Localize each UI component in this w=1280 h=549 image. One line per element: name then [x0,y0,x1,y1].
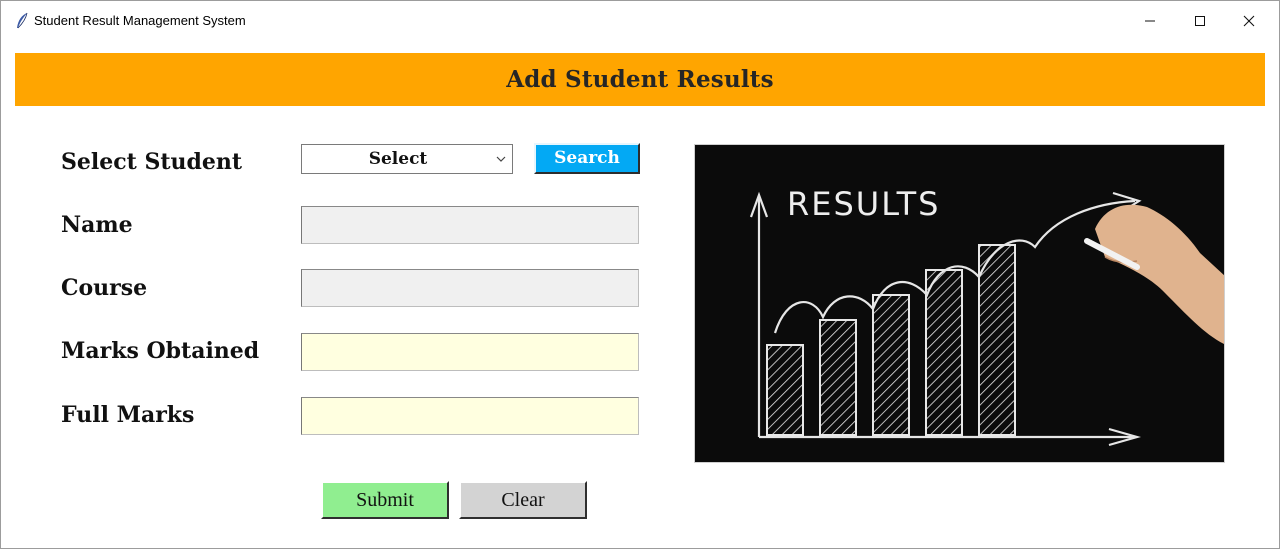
close-icon [1243,15,1255,27]
close-button[interactable] [1226,1,1272,41]
window-title: Student Result Management System [34,13,246,28]
hatched-bar [766,344,804,436]
name-label: Name [61,212,133,238]
marks-obtained-label: Marks Obtained [61,338,260,364]
hatched-bar [819,319,857,436]
maximize-icon [1195,16,1205,26]
feather-icon [15,12,29,30]
submit-button[interactable]: Submit [321,481,449,519]
name-field[interactable] [301,206,639,244]
full-marks-field[interactable] [301,397,639,435]
full-marks-label: Full Marks [61,402,195,428]
page-header: Add Student Results [15,53,1265,106]
results-headline: RESULTS [787,185,941,223]
app-window: Student Result Management System Add Stu… [0,0,1280,549]
chevron-down-icon [496,156,506,162]
page-title: Add Student Results [506,66,774,93]
results-chalkboard-image: RESULTS [694,144,1225,463]
hand-shape [1095,204,1224,344]
student-select-dropdown[interactable]: Select [301,144,513,174]
hatched-bar [978,244,1016,436]
student-select-value: Select [368,149,428,169]
course-field[interactable] [301,269,639,307]
course-label: Course [61,275,148,301]
hatched-bar [925,269,963,436]
select-student-label: Select Student [61,149,243,175]
marks-obtained-field[interactable] [301,333,639,371]
minimize-button[interactable] [1127,1,1173,41]
minimize-icon [1145,20,1155,22]
title-bar[interactable]: Student Result Management System [1,1,1279,41]
maximize-button[interactable] [1177,1,1223,41]
search-button[interactable]: Search [534,143,640,174]
hatched-bar [872,294,910,436]
chalkboard-drawing [749,191,1224,447]
clear-button[interactable]: Clear [459,481,587,519]
